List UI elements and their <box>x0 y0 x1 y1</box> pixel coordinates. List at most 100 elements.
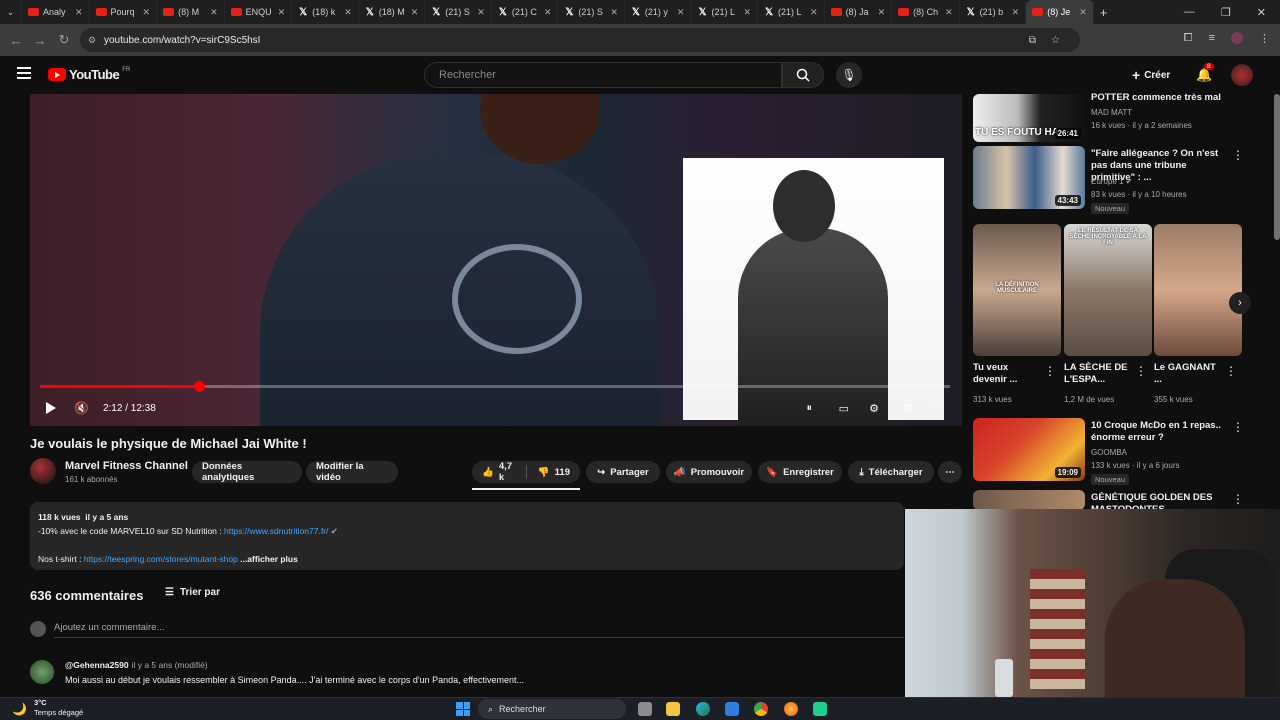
save-button[interactable]: 🔖 Enregistrer <box>758 461 842 483</box>
sort-comments-button[interactable]: ☰ Trier par <box>165 587 220 598</box>
related-thumb-4[interactable] <box>973 490 1085 510</box>
description-link-1[interactable]: https://www.sdnutrition77.fr/ <box>224 526 328 536</box>
browser-tab[interactable]: 𝕏 (21) S ✕ <box>558 0 625 24</box>
minimize-icon[interactable]: — <box>1184 6 1195 18</box>
task-view-icon[interactable] <box>638 702 652 716</box>
play-icon[interactable] <box>46 402 56 414</box>
tab-close-icon[interactable]: ✕ <box>411 7 419 18</box>
short-title-1[interactable]: Tu veux devenir ... <box>973 362 1039 386</box>
weather-widget[interactable]: 3°C Temps dégagé <box>34 698 83 718</box>
dislike-button[interactable]: 👎 119 <box>538 467 570 478</box>
show-more-link[interactable]: ...afficher plus <box>240 554 298 564</box>
comment-avatar[interactable] <box>30 660 54 684</box>
file-explorer-icon[interactable] <box>666 702 680 716</box>
fullscreen-icon[interactable]: ⛶ <box>934 402 942 415</box>
tab-close-icon[interactable]: ✕ <box>477 7 485 18</box>
description-box[interactable]: 118 k vues il y a 5 ans -10% avec le cod… <box>30 502 904 570</box>
tab-close-icon[interactable]: ✕ <box>610 7 618 18</box>
short-thumb-1[interactable]: LA DÉFINITION MUSCULAIRE <box>973 224 1061 356</box>
new-tab-button[interactable]: + <box>1094 0 1114 24</box>
browser-tab[interactable]: (8) M ✕ <box>157 0 225 24</box>
browser-tab[interactable]: Analy ✕ <box>22 0 90 24</box>
browser-tab[interactable]: 𝕏 (21) L ✕ <box>758 0 825 24</box>
edit-video-button[interactable]: Modifier la vidéo <box>306 461 398 483</box>
related-menu-icon[interactable]: ⋮ <box>1232 148 1244 162</box>
chrome-icon[interactable] <box>754 702 768 716</box>
related-title-3[interactable]: 10 Croque McDo en 1 repas.. énorme erreu… <box>1091 420 1231 444</box>
tab-close-icon[interactable]: ✕ <box>810 7 818 18</box>
browser-tab[interactable]: 𝕏 (21) S ✕ <box>425 0 492 24</box>
more-actions-button[interactable]: ⋯ <box>938 461 962 483</box>
mute-icon[interactable]: 🔇 <box>74 401 89 415</box>
tab-close-icon[interactable]: ✕ <box>743 7 751 18</box>
edge-icon[interactable] <box>696 702 710 716</box>
short-thumb-2[interactable]: LE RÉSULTAT DE SA SÈCHE INCROYABLE À LA … <box>1064 224 1152 356</box>
close-window-icon[interactable]: ✕ <box>1257 6 1266 19</box>
subtitles-icon[interactable]: ▭ <box>839 402 849 415</box>
voice-search-button[interactable]: 🎙 <box>836 62 862 88</box>
browser-tab[interactable]: (8) Je ✕ <box>1026 0 1094 24</box>
tab-close-icon[interactable]: ✕ <box>143 7 151 18</box>
browser-tab[interactable]: (8) Ch ✕ <box>892 0 960 24</box>
tab-close-icon[interactable]: ✕ <box>677 7 685 18</box>
related-thumb-2[interactable]: 43:43 <box>973 146 1085 209</box>
maximize-icon[interactable]: ❐ <box>1221 6 1231 19</box>
account-avatar[interactable] <box>1231 64 1253 86</box>
create-button[interactable]: + Créer <box>1132 67 1170 83</box>
settings-gear-icon[interactable]: ⚙ <box>869 402 879 415</box>
notifications-button[interactable]: 🔔 8 <box>1196 63 1214 84</box>
youtube-logo[interactable]: YouTube FR <box>48 67 130 82</box>
page-scrollbar[interactable] <box>1274 94 1280 240</box>
taskbar-search[interactable]: ⌕ Rechercher <box>478 699 626 719</box>
forward-icon[interactable]: → <box>28 33 52 48</box>
browser-tab[interactable]: ENQU ✕ <box>225 0 293 24</box>
tab-close-icon[interactable]: ✕ <box>210 7 218 18</box>
description-link-2[interactable]: https://teespring.com/stores/mutant-shop <box>84 554 238 564</box>
app-icon[interactable] <box>813 702 827 716</box>
tab-close-icon[interactable]: ✕ <box>878 7 886 18</box>
related-title-1[interactable]: POTTER commence très mal <box>1091 92 1251 104</box>
bookmark-star-icon[interactable]: ☆ <box>1051 35 1060 46</box>
browser-menu-icon[interactable]: ⋮ <box>1259 32 1270 45</box>
short-title-3[interactable]: Le GAGNANT ... <box>1154 362 1220 386</box>
browser-tab[interactable]: 𝕏 (18) k ✕ <box>292 0 359 24</box>
download-button[interactable]: ⤓ Télécharger <box>848 461 934 483</box>
miniplayer-icon[interactable]: ⧉ <box>904 402 912 415</box>
progress-scrubber[interactable] <box>194 381 206 392</box>
browser-tab[interactable]: 𝕏 (21) C ✕ <box>492 0 559 24</box>
tab-close-icon[interactable]: ✕ <box>1012 7 1020 18</box>
profile-icon[interactable] <box>1231 32 1243 44</box>
browser-tab[interactable]: Pourq ✕ <box>90 0 158 24</box>
back-icon[interactable]: ← <box>4 33 28 48</box>
address-bar[interactable]: ⚙ youtube.com/watch?v=sirC9Sc5hsI ⧉ ☆ <box>80 28 1080 52</box>
share-button[interactable]: ↪ Partager <box>586 461 660 483</box>
firefox-icon[interactable] <box>784 702 798 716</box>
tab-close-icon[interactable]: ✕ <box>544 7 552 18</box>
shorts-next-arrow-icon[interactable]: › <box>1229 292 1251 314</box>
related-channel-1[interactable]: MAD MATT <box>1091 106 1132 119</box>
search-button[interactable] <box>782 62 824 88</box>
related-thumb-1[interactable]: TU ES FOUTU HA 26:41 <box>973 94 1085 142</box>
tab-close-icon[interactable]: ✕ <box>75 7 83 18</box>
tab-close-icon[interactable]: ✕ <box>344 7 352 18</box>
progress-bar[interactable] <box>40 381 950 392</box>
autoplay-toggle-icon[interactable]: ⏸ <box>807 402 813 415</box>
related-menu-icon[interactable]: ⋮ <box>1232 420 1244 434</box>
short-thumb-3[interactable] <box>1154 224 1242 356</box>
analytics-button[interactable]: Données analytiques <box>192 461 302 483</box>
short-menu-icon-3[interactable]: ⋮ <box>1225 364 1237 378</box>
browser-tab[interactable]: 𝕏 (21) L ✕ <box>691 0 759 24</box>
install-app-icon[interactable]: ⧉ <box>1029 35 1036 46</box>
add-comment-input[interactable]: Ajoutez un commentaire... <box>54 622 164 633</box>
related-channel-2[interactable]: Europe 1 <box>1091 177 1123 186</box>
search-input[interactable]: Rechercher <box>424 62 782 88</box>
related-thumb-3[interactable]: 19:09 <box>973 418 1085 481</box>
related-title-4[interactable]: GÉNÉTIQUE GOLDEN DES MASTODONTES... <box>1091 492 1231 509</box>
reload-icon[interactable]: ↻ <box>52 32 76 48</box>
browser-tab[interactable]: 𝕏 (18) M ✕ <box>359 0 426 24</box>
related-channel-3[interactable]: GOOMBA <box>1091 446 1127 459</box>
browser-tab[interactable]: (8) Ja ✕ <box>825 0 893 24</box>
tab-close-icon[interactable]: ✕ <box>1079 7 1087 18</box>
windows-start-icon[interactable] <box>456 702 470 716</box>
channel-avatar[interactable] <box>30 458 56 484</box>
